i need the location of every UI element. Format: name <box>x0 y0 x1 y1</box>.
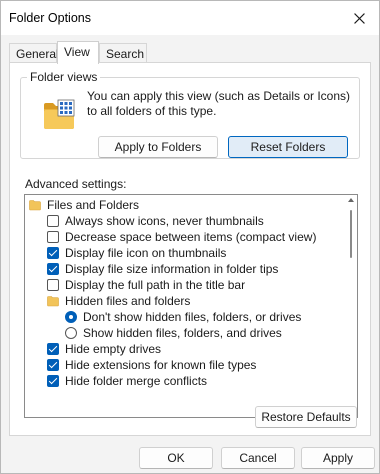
tree-item-label: Don't show hidden files, folders, or dri… <box>83 310 302 324</box>
tab-general[interactable]: General <box>9 43 59 63</box>
tree-category-hidden-files[interactable]: Hidden files and folders <box>47 293 190 309</box>
close-button[interactable] <box>339 1 379 35</box>
tab-strip: General View Search <box>9 41 371 64</box>
tree-item-label: Decrease space between items (compact vi… <box>65 230 317 244</box>
folder-icon <box>47 296 59 307</box>
folder-views-description: You can apply this view (such as Details… <box>87 89 351 118</box>
tree-item-label: Always show icons, never thumbnails <box>65 214 264 228</box>
close-icon <box>353 12 365 24</box>
checkbox-checked[interactable] <box>47 343 59 355</box>
setting-hide-merge-conflicts[interactable]: Hide folder merge conflicts <box>47 373 207 389</box>
window-title: Folder Options <box>9 11 91 25</box>
title-bar: Folder Options <box>1 1 379 35</box>
scroll-up-arrow-icon[interactable] <box>348 198 354 202</box>
checkbox-checked[interactable] <box>47 247 59 259</box>
setting-hide-empty-drives[interactable]: Hide empty drives <box>47 341 161 357</box>
tree-item-label: Display file icon on thumbnails <box>65 246 227 260</box>
tree-item-label: Hide empty drives <box>65 342 162 356</box>
scroll-thumb[interactable] <box>350 210 352 258</box>
folder-views-legend: Folder views <box>27 70 101 84</box>
restore-defaults-button[interactable]: Restore Defaults <box>255 406 357 428</box>
apply-to-folders-button[interactable]: Apply to Folders <box>98 136 218 158</box>
setting-hide-extensions[interactable]: Hide extensions for known file types <box>47 357 256 373</box>
setting-full-path-title-bar[interactable]: Display the full path in the title bar <box>47 277 245 293</box>
tree-item-label: Hidden files and folders <box>65 294 191 308</box>
folder-views-icon <box>44 99 75 129</box>
checkbox-checked[interactable] <box>47 375 59 387</box>
setting-always-show-icons[interactable]: Always show icons, never thumbnails <box>47 213 264 229</box>
tree-item-label: Display the full path in the title bar <box>65 278 246 292</box>
setting-dont-show-hidden[interactable]: Don't show hidden files, folders, or dri… <box>65 309 301 325</box>
apply-button[interactable]: Apply <box>301 447 375 469</box>
advanced-settings-tree[interactable]: Files and Folders Always show icons, nev… <box>24 194 358 418</box>
advanced-settings-label: Advanced settings: <box>25 177 127 191</box>
tree-item-label: Display file size information in folder … <box>65 262 279 276</box>
setting-file-size-in-tips[interactable]: Display file size information in folder … <box>47 261 278 277</box>
tree-item-label: Hide folder merge conflicts <box>65 374 208 388</box>
folder-options-dialog: Folder Options General View Search Folde… <box>0 0 380 474</box>
tab-view[interactable]: View <box>57 41 99 64</box>
setting-show-hidden[interactable]: Show hidden files, folders, and drives <box>65 325 282 341</box>
checkbox-checked[interactable] <box>47 359 59 371</box>
reset-folders-button[interactable]: Reset Folders <box>228 136 348 158</box>
vertical-scrollbar[interactable] <box>345 195 357 417</box>
tree-item-label: Files and Folders <box>47 198 140 212</box>
tree-category-files-and-folders[interactable]: Files and Folders <box>29 197 139 213</box>
radio-selected[interactable] <box>65 311 77 323</box>
setting-file-icon-on-thumbnails[interactable]: Display file icon on thumbnails <box>47 245 226 261</box>
checkbox[interactable] <box>47 231 59 243</box>
checkbox[interactable] <box>47 215 59 227</box>
checkbox[interactable] <box>47 279 59 291</box>
folder-icon <box>29 200 41 211</box>
cancel-button[interactable]: Cancel <box>221 447 295 469</box>
tree-item-label: Hide extensions for known file types <box>65 358 257 372</box>
ok-button[interactable]: OK <box>139 447 213 469</box>
tree-item-label: Show hidden files, folders, and drives <box>83 326 282 340</box>
view-tab-panel: Folder views You can apply this view (su… <box>9 62 371 436</box>
radio[interactable] <box>65 327 77 339</box>
folder-views-group: Folder views You can apply this view (su… <box>20 70 360 159</box>
checkbox-checked[interactable] <box>47 263 59 275</box>
tab-search[interactable]: Search <box>99 43 147 63</box>
setting-compact-view[interactable]: Decrease space between items (compact vi… <box>47 229 316 245</box>
